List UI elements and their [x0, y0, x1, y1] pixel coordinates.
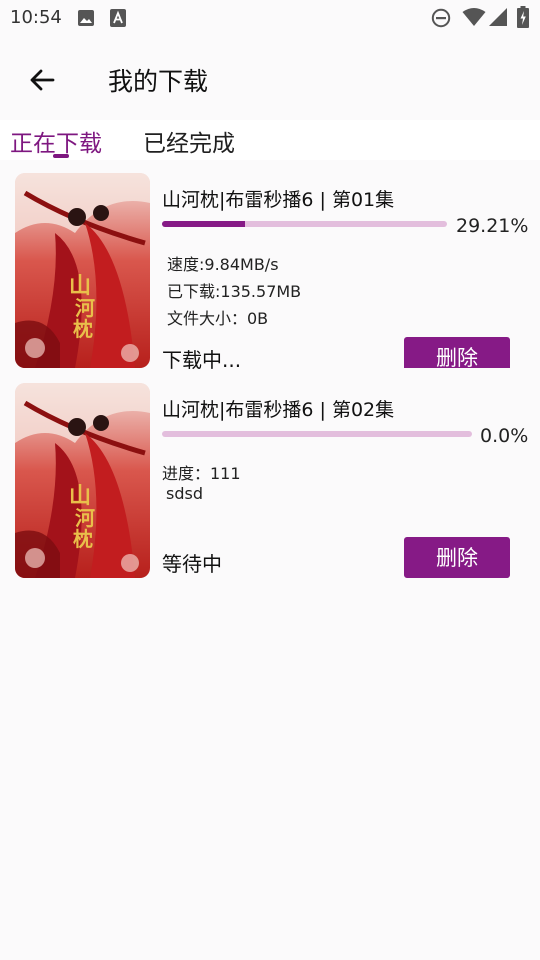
drama-poster-image: 山 河 枕	[15, 173, 150, 368]
gallery-icon	[78, 10, 94, 26]
drama-poster-image: 山 河 枕	[15, 383, 150, 578]
file-size: 文件大小：0B	[167, 309, 269, 328]
progress-info: 进度：111	[162, 464, 241, 483]
item-title: 山河枕|布雷秒播6 | 第02集	[162, 399, 395, 421]
item-title: 山河枕|布雷秒播6 | 第01集	[162, 189, 395, 211]
svg-text:枕: 枕	[73, 527, 93, 551]
download-status: 下载中...	[162, 348, 242, 372]
wifi-icon	[462, 8, 486, 26]
extra-info: sdsd	[166, 484, 203, 503]
app-bar: 我的下载	[0, 36, 540, 120]
battery-icon	[517, 6, 529, 28]
download-item[interactable]: 山 河 枕 山河枕|布雷秒播6 | 第02集 0.0% 进度：111 sdsd …	[0, 383, 540, 583]
progress-bar	[162, 221, 447, 227]
delete-button[interactable]: 删除	[404, 537, 510, 578]
progress-fill	[162, 221, 246, 227]
download-speed: 速度:9.84MB/s	[167, 255, 279, 274]
page-title: 我的下载	[108, 67, 209, 96]
delete-button[interactable]: 删除	[404, 337, 510, 368]
progress-percent: 0.0%	[480, 425, 529, 447]
progress-percent: 29.21%	[456, 215, 529, 237]
signal-icon	[489, 8, 507, 26]
delete-button-clip: 删除	[404, 337, 510, 368]
tab-downloading[interactable]: 正在下载	[10, 124, 102, 158]
progress-bar	[162, 431, 472, 437]
downloaded-size: 已下载:135.57MB	[167, 282, 302, 301]
download-status: 等待中	[162, 552, 222, 576]
tab-completed[interactable]: 已经完成	[143, 124, 235, 158]
status-time: 10:54	[10, 7, 62, 28]
tab-indicator	[53, 154, 69, 158]
download-item[interactable]: 山 河 枕 山河枕|布雷秒播6 | 第01集 29.21% 速度:9.84MB/…	[0, 173, 540, 373]
do-not-disturb-icon	[431, 8, 451, 28]
font-icon	[110, 9, 126, 27]
tab-bar: 正在下载 已经完成	[0, 120, 540, 160]
svg-text:枕: 枕	[73, 317, 93, 341]
back-arrow-icon[interactable]	[26, 64, 58, 96]
status-bar: 10:54	[0, 0, 540, 36]
